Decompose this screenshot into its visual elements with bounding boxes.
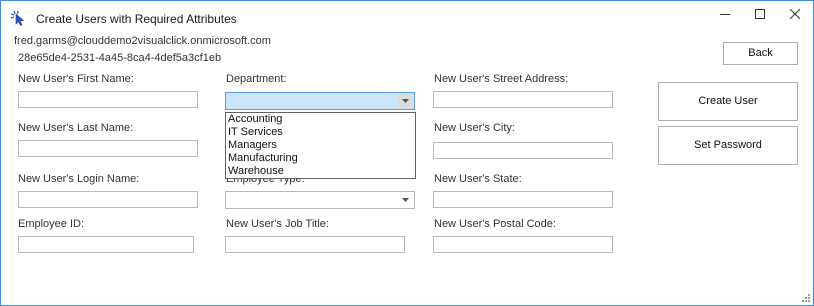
maximize-icon [755,9,765,19]
minimize-icon [720,14,730,15]
city-input[interactable] [433,142,613,159]
dropdown-option[interactable]: Manufacturing [226,152,415,165]
tenant-id: 28e65de4-2531-4a45-8ca4-4def5a3cf1eb [18,52,222,64]
set-password-button[interactable]: Set Password [658,126,798,165]
dropdown-option[interactable]: Warehouse [226,165,415,178]
employee-type-dropdown-arrow[interactable] [398,193,413,207]
dropdown-option[interactable]: IT Services [226,126,415,139]
dropdown-option[interactable]: Accounting [226,113,415,126]
minimize-button[interactable] [707,1,743,27]
last-name-label: New User's Last Name: [18,122,134,134]
first-name-label: New User's First Name: [18,73,134,85]
close-icon [790,9,800,19]
department-select[interactable] [225,92,415,110]
postal-code-label: New User's Postal Code: [434,218,556,230]
job-title-label: New User's Job Title: [226,218,329,230]
chevron-down-icon [402,198,409,202]
employee-id-label: Employee ID: [18,218,85,230]
window-title: Create Users with Required Attributes [36,12,237,26]
chevron-down-icon [402,99,409,103]
cursor-click-icon [10,10,28,26]
state-label: New User's State: [434,173,522,185]
maximize-button[interactable] [742,1,778,27]
employee-id-input[interactable] [18,236,194,253]
back-button[interactable]: Back [723,42,798,65]
postal-code-input[interactable] [433,236,613,253]
create-user-button[interactable]: Create User [658,82,798,121]
state-input[interactable] [433,191,613,208]
dropdown-option[interactable]: Managers [226,139,415,152]
employee-type-select[interactable] [225,191,415,209]
resize-grip-icon[interactable] [801,293,811,303]
department-dropdown-list: Accounting IT Services Managers Manufact… [225,112,416,179]
last-name-input[interactable] [18,140,198,157]
close-button[interactable] [777,1,813,27]
city-label: New User's City: [434,122,515,134]
street-address-label: New User's Street Address: [434,73,569,85]
department-dropdown-arrow[interactable] [398,94,413,108]
title-bar: Create Users with Required Attributes [1,1,813,33]
first-name-input[interactable] [18,91,198,108]
department-label: Department: [226,73,287,85]
account-email: fred.garms@clouddemo2visualclick.onmicro… [14,35,271,47]
login-name-label: New User's Login Name: [18,173,140,185]
app-window: Create Users with Required Attributes fr… [0,0,814,306]
login-name-input[interactable] [18,191,198,208]
street-address-input[interactable] [433,91,613,108]
job-title-input[interactable] [225,236,405,253]
